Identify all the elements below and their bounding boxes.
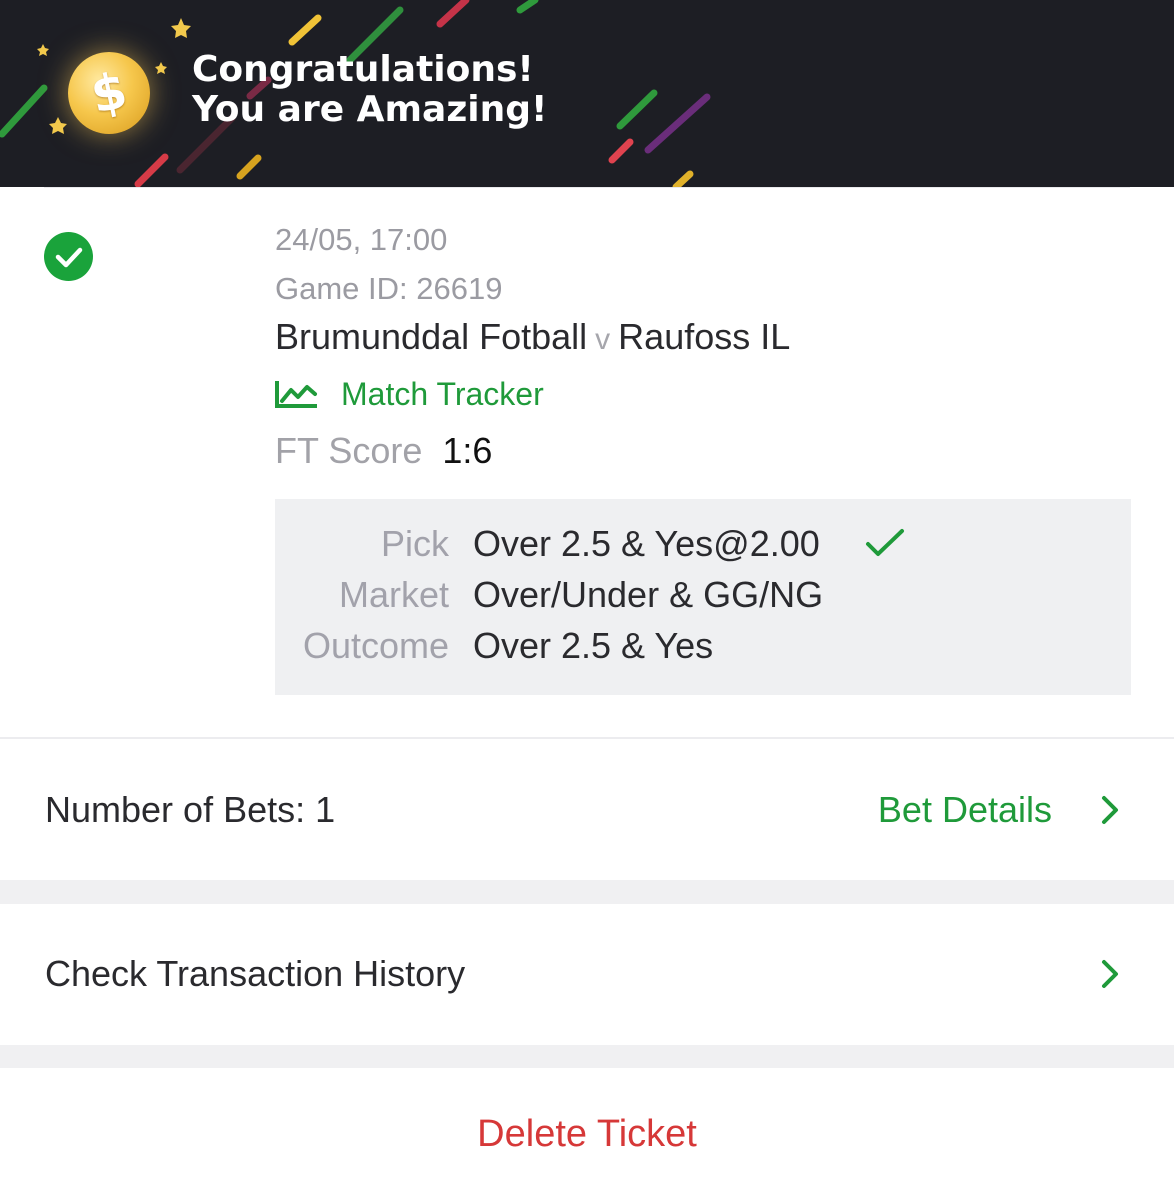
- match-teams: Brumunddal Fotball v Raufoss IL: [275, 316, 790, 358]
- check-circle-icon: [44, 232, 93, 281]
- congratulations-banner: $ Congratulations! You are Amazing!: [0, 0, 1174, 187]
- number-of-bets: Number of Bets: 1: [45, 789, 336, 830]
- banner-title: Congratulations! You are Amazing!: [192, 50, 547, 130]
- market-value: Over/Under & GG/NG: [473, 574, 824, 615]
- banner-title-line-2: You are Amazing!: [192, 89, 548, 130]
- pick-row: Pick Over 2.5 & Yes@2.00: [275, 523, 1131, 573]
- bet-details-link[interactable]: Bet Details: [878, 740, 1052, 880]
- coin-symbol: $: [85, 61, 133, 125]
- versus-label: v: [595, 323, 611, 356]
- pick-value: Over 2.5 & Yes@2.00: [473, 523, 820, 564]
- game-id: Game ID: 26619: [275, 271, 503, 306]
- divider: [44, 187, 1130, 188]
- ft-score-value: 1:6: [442, 430, 493, 471]
- outcome-row: Outcome Over 2.5 & Yes: [275, 625, 1131, 675]
- pick-details: Pick Over 2.5 & Yes@2.00 Market Over/Und…: [275, 499, 1131, 695]
- market-row: Market Over/Under & GG/NG: [275, 574, 1131, 624]
- home-team: Brumunddal Fotball: [275, 316, 588, 357]
- banner-title-line-1: Congratulations!: [192, 49, 534, 90]
- chevron-right-icon[interactable]: [1098, 958, 1122, 990]
- transaction-history-row[interactable]: Check Transaction History: [0, 904, 1174, 1044]
- delete-ticket-button[interactable]: Delete Ticket: [0, 1068, 1174, 1200]
- match-tracker-label: Match Tracker: [341, 375, 544, 412]
- checkmark-icon: [866, 529, 904, 556]
- ft-score-label: FT Score: [275, 430, 423, 471]
- divider: [0, 737, 1174, 739]
- section-gap: [0, 880, 1174, 904]
- ft-score: FT Score 1:6: [275, 430, 492, 472]
- delete-ticket-label: Delete Ticket: [477, 1112, 697, 1155]
- market-label: Market: [338, 574, 449, 615]
- confetti-decoration: [0, 0, 711, 187]
- chart-line-icon: [275, 381, 317, 408]
- chevron-right-icon[interactable]: [1098, 794, 1122, 826]
- outcome-value: Over 2.5 & Yes: [473, 625, 714, 666]
- away-team: Raufoss IL: [618, 316, 791, 357]
- match-datetime: 24/05, 17:00: [275, 222, 448, 257]
- coin-icon: $: [68, 52, 150, 134]
- transaction-history-label: Check Transaction History: [45, 953, 466, 994]
- outcome-label: Outcome: [302, 625, 449, 666]
- section-gap: [0, 1045, 1174, 1068]
- bet-details-row[interactable]: Number of Bets: 1 Bet Details: [0, 740, 1174, 880]
- match-tracker-link[interactable]: Match Tracker: [275, 374, 544, 414]
- pick-label: Pick: [380, 523, 449, 564]
